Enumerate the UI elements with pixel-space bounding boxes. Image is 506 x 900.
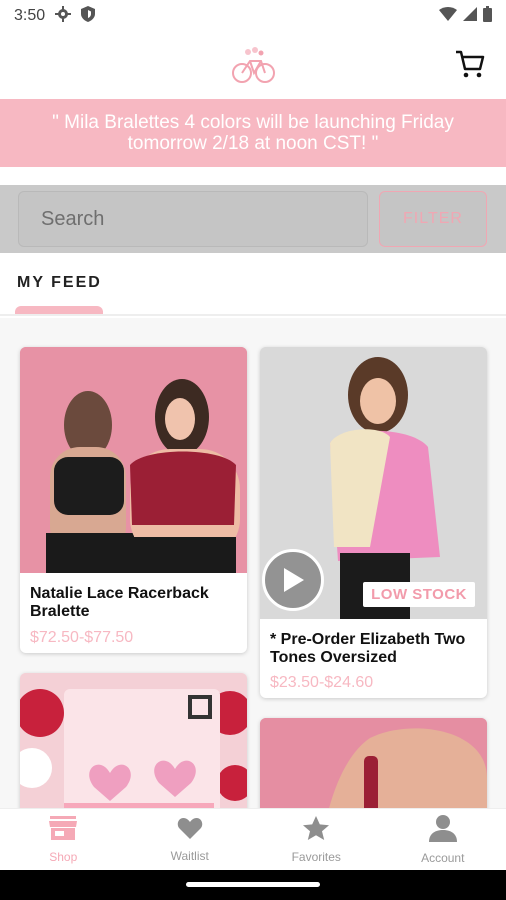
product-price: $23.50-$24.60 [270,674,374,691]
shield-icon [81,5,96,27]
product-title: Natalie Lace Racerback Bralette [30,585,209,620]
settings-gear-icon [55,5,72,27]
nav-item-waitlist[interactable]: Waitlist [127,809,254,870]
product-card[interactable]: Natalie Lace Racerback Bralette $72.50-$… [20,347,247,653]
status-bar: 3:50 [0,0,506,32]
feed-tabs: MY FEED [0,256,506,316]
product-card[interactable]: LOW STOCK * Pre-Order Elizabeth Two Tone… [260,347,487,698]
product-title: * Pre-Order Elizabeth Two Tones Oversize… [270,631,466,666]
app-header [0,32,506,98]
announcement-banner[interactable]: " Mila Bralettes 4 colors will be launch… [0,99,506,167]
nav-label-account: Account [421,851,465,865]
nav-item-shop[interactable]: Shop [0,809,127,870]
filter-button[interactable]: FILTER [379,191,487,247]
wifi-icon [439,6,457,26]
status-time: 3:50 [14,7,46,24]
nav-item-favorites[interactable]: Favorites [253,809,380,870]
person-icon [428,814,458,847]
low-stock-badge: LOW STOCK [363,582,475,607]
shopping-cart-icon[interactable] [454,48,486,80]
nav-label-waitlist: Waitlist [170,849,209,863]
heart-icon [177,816,203,845]
play-video-button[interactable] [262,549,324,611]
product-feed[interactable]: Natalie Lace Racerback Bralette $72.50-$… [0,318,506,808]
bicycle-logo-icon[interactable] [228,43,278,87]
storefront-icon [48,815,78,846]
product-image [260,718,487,808]
search-input[interactable] [18,191,368,247]
star-icon [302,815,330,846]
nav-label-favorites: Favorites [291,850,341,864]
product-image [20,347,247,573]
system-navigation-bar [0,870,506,900]
status-right [439,5,492,27]
search-bar-area: FILTER [0,185,506,253]
product-price: $72.50-$77.50 [30,629,134,646]
home-gesture-handle[interactable] [186,882,320,887]
product-card[interactable] [260,718,487,808]
tab-my-feed[interactable]: MY FEED [17,274,102,292]
signal-icon [463,6,477,26]
active-tab-indicator [15,306,103,314]
product-card[interactable] [20,673,247,808]
nav-label-shop: Shop [49,850,78,864]
nav-item-account[interactable]: Account [380,809,506,870]
status-left: 3:50 [14,5,96,27]
bottom-navigation: Shop Waitlist Favorites Account [0,808,506,870]
battery-icon [483,5,492,27]
product-image [20,673,247,808]
announcement-text: " Mila Bralettes 4 colors will be launch… [52,112,454,154]
